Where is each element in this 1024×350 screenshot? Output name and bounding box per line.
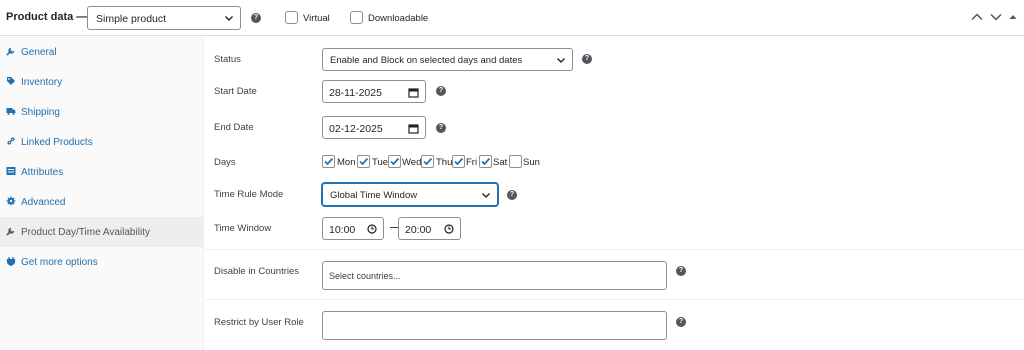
availability-panel: Status Enable and Block on selected days… — [205, 37, 1024, 350]
chevron-down-icon — [557, 58, 565, 63]
day-checkbox-tue[interactable] — [357, 155, 370, 168]
tab-label: Inventory — [21, 77, 63, 88]
help-icon[interactable]: ? — [676, 317, 686, 327]
day-label-mon: Mon — [337, 157, 356, 168]
help-icon[interactable]: ? — [582, 54, 592, 64]
tab-get-more-options[interactable]: Get more options — [0, 247, 204, 277]
day-label-fri: Fri — [466, 157, 478, 168]
calendar-icon[interactable] — [408, 87, 419, 98]
day-label-thu: Thu — [436, 157, 453, 168]
start-date-value: 28-11-2025 — [329, 87, 382, 99]
time-end-value: 20:00 — [405, 224, 432, 236]
help-icon[interactable]: ? — [436, 123, 446, 133]
chevron-down-icon — [482, 193, 490, 198]
calendar-icon[interactable] — [408, 123, 419, 134]
help-icon[interactable]: ? — [436, 86, 446, 96]
end-date-value: 02-12-2025 — [329, 123, 383, 135]
product-data-header: Product data — Simple product ? Virtual … — [0, 0, 1024, 36]
tab-label: Attributes — [21, 167, 64, 178]
clock-icon[interactable] — [367, 224, 377, 234]
day-label-sun: Sun — [523, 157, 540, 168]
link-icon — [7, 137, 15, 145]
collapse-icon[interactable] — [1008, 11, 1018, 23]
day-checkbox-mon[interactable] — [322, 155, 335, 168]
tab-label: Advanced — [21, 197, 66, 208]
countries-label: Disable in Countries — [214, 266, 300, 277]
time-rule-select[interactable]: Global Time Window — [322, 183, 498, 206]
move-up-icon[interactable] — [970, 11, 984, 23]
time-end-input[interactable]: 20:00 — [398, 217, 461, 240]
day-checkbox-thu[interactable] — [421, 155, 434, 168]
tag-icon — [7, 77, 15, 85]
product-type-value: Simple product — [96, 13, 167, 25]
day-checkbox-sat[interactable] — [479, 155, 492, 168]
tab-linked-products[interactable]: Linked Products — [0, 127, 204, 157]
tab-inventory[interactable]: Inventory — [0, 67, 204, 97]
help-icon[interactable]: ? — [676, 266, 686, 276]
gear-icon — [6, 196, 16, 206]
time-window-label: Time Window — [214, 223, 272, 234]
product-data-tabs: General Inventory Shipping Linked Produc… — [0, 37, 204, 350]
tab-label: Shipping — [21, 107, 60, 118]
tab-label: Linked Products — [21, 137, 93, 148]
status-label: Status — [214, 54, 241, 65]
countries-placeholder: Select countries... — [329, 271, 401, 281]
clock-icon[interactable] — [444, 224, 454, 234]
role-select[interactable] — [322, 311, 667, 340]
truck-icon — [6, 108, 16, 115]
day-checkbox-sun[interactable] — [509, 155, 522, 168]
tab-shipping[interactable]: Shipping — [0, 97, 204, 127]
role-label: Restrict by User Role — [214, 317, 304, 328]
help-icon[interactable]: ? — [507, 190, 517, 200]
countries-select[interactable]: Select countries... — [322, 261, 667, 290]
panel-title: Product data — — [6, 11, 88, 23]
tab-label: Product Day/Time Availability — [21, 227, 150, 238]
virtual-label: Virtual — [303, 13, 330, 24]
section-divider — [205, 249, 1024, 250]
virtual-checkbox[interactable] — [285, 11, 298, 24]
status-select[interactable]: Enable and Block on selected days and da… — [322, 48, 573, 71]
end-date-input[interactable]: 02-12-2025 — [322, 116, 426, 139]
move-down-icon[interactable] — [989, 11, 1003, 23]
product-type-select[interactable]: Simple product — [87, 6, 241, 30]
tab-label: Get more options — [21, 257, 98, 268]
day-label-wed: Wed — [402, 157, 422, 168]
tab-general[interactable]: General — [0, 37, 204, 67]
day-label-tue: Tue — [372, 157, 389, 168]
start-date-input[interactable]: 28-11-2025 — [322, 80, 426, 103]
list-icon — [6, 167, 16, 175]
time-start-input[interactable]: 10:00 — [322, 217, 384, 240]
plugin-icon — [6, 257, 16, 266]
section-divider — [205, 299, 1024, 300]
start-date-label: Start Date — [214, 86, 257, 97]
time-rule-value: Global Time Window — [330, 190, 418, 201]
time-rule-label: Time Rule Mode — [214, 189, 284, 200]
time-start-value: 10:00 — [329, 224, 356, 236]
days-label: Days — [214, 157, 236, 168]
tab-advanced[interactable]: Advanced — [0, 187, 204, 217]
downloadable-label: Downloadable — [368, 13, 429, 24]
downloadable-checkbox[interactable] — [350, 11, 363, 24]
status-value: Enable and Block on selected days and da… — [330, 55, 523, 66]
wrench-icon — [6, 227, 15, 236]
wrench-icon — [6, 47, 15, 56]
tab-label: General — [21, 47, 57, 58]
day-checkbox-wed[interactable] — [388, 155, 401, 168]
tab-product-availability[interactable]: Product Day/Time Availability — [0, 217, 204, 247]
help-icon[interactable]: ? — [251, 13, 261, 23]
chevron-down-icon — [225, 16, 233, 21]
day-label-sat: Sat — [493, 157, 508, 168]
day-checkbox-fri[interactable] — [452, 155, 465, 168]
end-date-label: End Date — [214, 122, 254, 133]
tab-attributes[interactable]: Attributes — [0, 157, 204, 187]
